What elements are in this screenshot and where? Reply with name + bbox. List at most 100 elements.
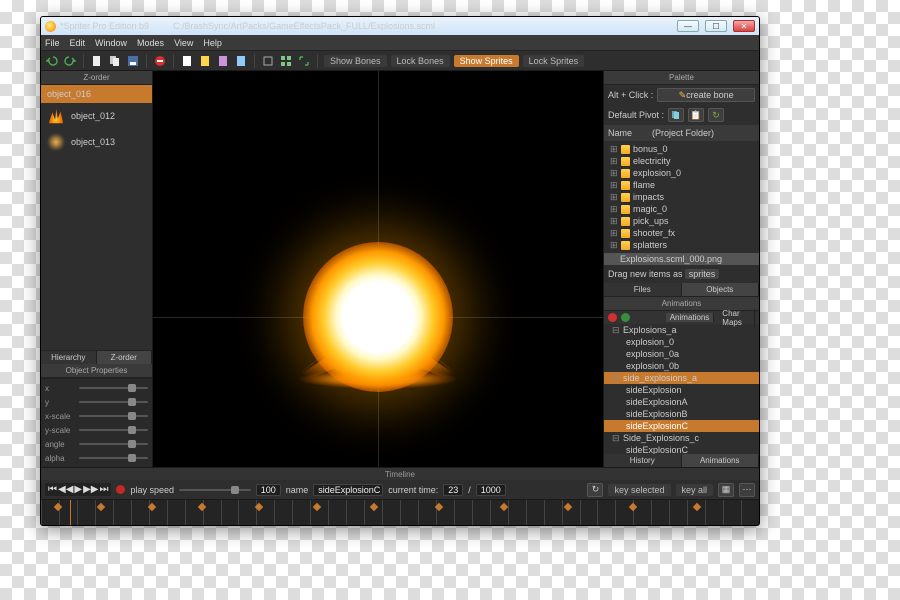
tree-folder[interactable]: ⊞splatters <box>606 239 757 251</box>
menu-help[interactable]: Help <box>203 38 222 48</box>
undo-button[interactable] <box>45 54 59 68</box>
tree-folder[interactable]: ⊞shooter_fx <box>606 227 757 239</box>
prop-yscale-slider[interactable] <box>79 429 148 431</box>
expand-icon[interactable] <box>297 54 311 68</box>
box-icon[interactable] <box>261 54 275 68</box>
repeat-button[interactable]: ↻ <box>587 483 603 497</box>
pivot-copy-button[interactable] <box>668 108 684 122</box>
anim-group[interactable]: ⊟Side_Explosions_c <box>604 432 759 444</box>
app-window: *Spriter Pro Edition b9 C:/BrashSync/Art… <box>40 16 760 526</box>
tab-charmaps[interactable]: Char Maps <box>718 309 755 327</box>
tab-history[interactable]: History <box>604 454 682 467</box>
pivot-paste-button[interactable]: 📋 <box>688 108 704 122</box>
keyframe-icon[interactable] <box>693 503 701 511</box>
pivot-refresh-button[interactable]: ↻ <box>708 108 724 122</box>
create-bone-button[interactable]: ✎ create bone <box>657 88 755 102</box>
keyframe-icon[interactable] <box>97 503 105 511</box>
playspeed-value[interactable]: 100 <box>256 484 281 496</box>
doc3-icon[interactable] <box>216 54 230 68</box>
doc1-icon[interactable] <box>180 54 194 68</box>
keyframe-icon[interactable] <box>313 503 321 511</box>
tab-anim-bottom[interactable]: Animations <box>682 454 760 467</box>
anim-item[interactable]: explosion_0 <box>604 336 759 348</box>
anim-delete-button[interactable] <box>608 313 617 322</box>
show-sprites-toggle[interactable]: Show Sprites <box>454 55 519 67</box>
tab-animations[interactable]: Animations <box>666 313 715 322</box>
record-button[interactable] <box>116 485 125 494</box>
menu-file[interactable]: File <box>45 38 60 48</box>
tab-zorder[interactable]: Z-order <box>97 351 153 364</box>
lock-bones-toggle[interactable]: Lock Bones <box>391 55 450 67</box>
prop-xscale-slider[interactable] <box>79 415 148 417</box>
prop-angle-slider[interactable] <box>79 443 148 445</box>
anim-item[interactable]: sideExplosionC <box>604 444 759 454</box>
tab-hierarchy[interactable]: Hierarchy <box>41 351 97 364</box>
zorder-item[interactable]: object_012 <box>41 103 152 129</box>
viewport[interactable] <box>153 71 603 467</box>
prev-frame-button[interactable]: ◀◀ <box>58 484 73 495</box>
anim-item[interactable]: explosion_0b <box>604 360 759 372</box>
tab-files[interactable]: Files <box>604 283 682 296</box>
copy-button[interactable] <box>108 54 122 68</box>
keyframe-icon[interactable] <box>370 503 378 511</box>
curtime-field[interactable]: 23 <box>443 484 463 496</box>
menu-modes[interactable]: Modes <box>137 38 164 48</box>
timeline-ruler[interactable] <box>41 500 759 525</box>
maximize-button[interactable]: ☐ <box>705 20 727 32</box>
title-bar[interactable]: *Spriter Pro Edition b9 C:/BrashSync/Art… <box>41 17 759 35</box>
anim-item[interactable]: sideExplosionA <box>604 396 759 408</box>
anim-item[interactable]: sideExplosion <box>604 384 759 396</box>
zorder-item[interactable]: object_016 <box>41 85 152 103</box>
prop-x-slider[interactable] <box>79 387 148 389</box>
zorder-item[interactable]: object_013 <box>41 129 152 155</box>
menu-window[interactable]: Window <box>95 38 127 48</box>
tree-folder[interactable]: ⊞explosion_0 <box>606 167 757 179</box>
next-frame-button[interactable]: ▶▶ <box>83 484 98 495</box>
drag-mode[interactable]: sprites <box>685 269 720 279</box>
tree-folder[interactable]: ⊞pick_ups <box>606 215 757 227</box>
prop-alpha-slider[interactable] <box>79 457 148 459</box>
anim-item[interactable]: explosion_0a <box>604 348 759 360</box>
totaltime-field[interactable]: 1000 <box>476 484 506 496</box>
tab-objects[interactable]: Objects <box>682 283 760 296</box>
tree-folder[interactable]: ⊞bonus_0 <box>606 143 757 155</box>
tree-folder[interactable]: ⊞impacts <box>606 191 757 203</box>
close-button[interactable]: ✕ <box>733 20 755 32</box>
key-all-button[interactable]: key all <box>676 484 714 496</box>
keyframe-icon[interactable] <box>564 503 572 511</box>
menu-edit[interactable]: Edit <box>70 38 86 48</box>
keyframe-icon[interactable] <box>198 503 206 511</box>
keyframe-icon[interactable] <box>629 503 637 511</box>
tl-opt1-button[interactable]: ▦ <box>718 483 734 497</box>
prop-y-slider[interactable] <box>79 401 148 403</box>
tree-file[interactable]: Explosions.scml_000.png <box>604 253 759 265</box>
show-bones-toggle[interactable]: Show Bones <box>324 55 387 67</box>
tl-opt2-button[interactable]: ⋯ <box>739 483 755 497</box>
anim-add-button[interactable] <box>621 313 630 322</box>
key-selected-button[interactable]: key selected <box>608 484 670 496</box>
menu-view[interactable]: View <box>174 38 193 48</box>
keyframe-icon[interactable] <box>499 503 507 511</box>
doc4-icon[interactable] <box>234 54 248 68</box>
grid-icon[interactable] <box>279 54 293 68</box>
playhead[interactable] <box>70 500 71 525</box>
anim-group[interactable]: ⊟side_explosions_a <box>604 372 759 384</box>
save-button[interactable] <box>126 54 140 68</box>
new-file-button[interactable] <box>90 54 104 68</box>
last-frame-button[interactable]: ⏭ <box>99 484 108 495</box>
tree-folder[interactable]: ⊞magic_0 <box>606 203 757 215</box>
minimize-button[interactable]: — <box>677 20 699 32</box>
tree-folder[interactable]: ⊞flame <box>606 179 757 191</box>
anim-item[interactable]: sideExplosionC <box>604 420 759 432</box>
anim-item[interactable]: sideExplosionB <box>604 408 759 420</box>
play-button[interactable]: ▶ <box>74 484 82 495</box>
tree-folder[interactable]: ⊞electricity <box>606 155 757 167</box>
playspeed-slider[interactable] <box>179 489 251 491</box>
animname-field[interactable]: sideExplosionC <box>313 484 383 496</box>
lock-sprites-toggle[interactable]: Lock Sprites <box>523 55 585 67</box>
delete-button[interactable] <box>153 54 167 68</box>
keyframe-icon[interactable] <box>54 503 62 511</box>
doc2-icon[interactable] <box>198 54 212 68</box>
redo-button[interactable] <box>63 54 77 68</box>
first-frame-button[interactable]: ⏮ <box>48 484 57 495</box>
